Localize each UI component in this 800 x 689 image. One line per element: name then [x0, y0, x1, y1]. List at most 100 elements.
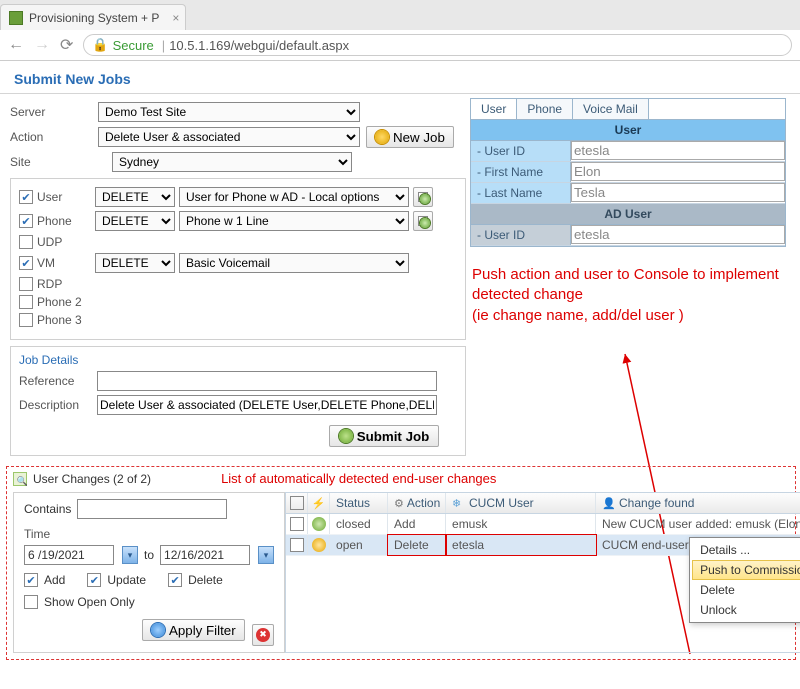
submit-icon	[339, 429, 353, 443]
description-input[interactable]	[97, 395, 437, 415]
phone-go-button[interactable]	[413, 211, 433, 231]
new-job-icon	[375, 130, 389, 144]
date-to-picker-icon[interactable]: ▾	[258, 546, 274, 564]
section-user-heading: User	[471, 120, 785, 141]
browser-tab[interactable]: Provisioning System + P ×	[0, 4, 186, 30]
new-job-button[interactable]: New Job	[366, 126, 454, 148]
favicon-icon	[9, 11, 23, 25]
tab-bar: Provisioning System + P ×	[0, 0, 800, 30]
user-go-button[interactable]	[413, 187, 433, 207]
phone-checkbox[interactable]	[19, 214, 33, 228]
close-icon[interactable]: ×	[172, 11, 179, 25]
phone-template-select[interactable]: Phone w 1 Line	[179, 211, 409, 231]
server-label: Server	[10, 105, 98, 119]
phone2-checkbox[interactable]	[19, 295, 33, 309]
userid-label: - User ID	[471, 141, 571, 161]
phone2-label: Phone 2	[37, 295, 91, 309]
lastname-label: - Last Name	[471, 183, 571, 203]
status-closed-icon	[312, 517, 326, 531]
filter-add-label: Add	[44, 573, 65, 587]
user-changes-icon	[13, 472, 27, 486]
row-checkbox[interactable]	[290, 538, 304, 552]
vm-template-select[interactable]: Basic Voicemail	[179, 253, 409, 273]
date-to-input[interactable]: 12/16/2021	[160, 545, 250, 565]
contains-label: Contains	[24, 502, 71, 516]
cell-status: closed	[330, 514, 388, 534]
cucm-icon	[452, 496, 466, 510]
action-label: Action	[10, 130, 98, 144]
phone-op-select[interactable]: DELETE	[95, 211, 175, 231]
context-menu: Details ... Push to Commissioning Delete…	[689, 537, 800, 623]
col-action[interactable]: Action	[407, 496, 440, 510]
rdp-checkbox[interactable]	[19, 277, 33, 291]
rdp-label: RDP	[37, 277, 91, 291]
cell-user: emusk	[446, 514, 596, 534]
cell-action: Add	[388, 514, 446, 534]
ad-userid-label: - User ID	[471, 225, 571, 245]
site-select[interactable]: Sydney	[112, 152, 352, 172]
time-label: Time	[24, 527, 274, 541]
user-checkbox[interactable]	[19, 190, 33, 204]
action-select[interactable]: Delete User & associated	[98, 127, 360, 147]
phone3-checkbox[interactable]	[19, 313, 33, 327]
col-cucm-user[interactable]: CUCM User	[469, 496, 534, 510]
url: 10.5.1.169/webgui/default.aspx	[169, 38, 349, 53]
address-bar[interactable]: 🔒 Secure | 10.5.1.169/webgui/default.asp…	[83, 34, 792, 56]
filter-update-label: Update	[107, 573, 146, 587]
ctx-details[interactable]: Details ...	[692, 540, 800, 560]
back-icon[interactable]: ←	[8, 36, 24, 54]
panel-title: Submit New Jobs	[0, 61, 800, 94]
user-op-select[interactable]: DELETE	[95, 187, 175, 207]
firstname-label: - First Name	[471, 162, 571, 182]
tab-voicemail[interactable]: Voice Mail	[573, 99, 649, 119]
submit-job-button[interactable]: Submit Job	[329, 425, 439, 447]
filter-delete-checkbox[interactable]	[168, 573, 182, 587]
clear-filter-button[interactable]	[252, 624, 274, 646]
userid-input[interactable]	[571, 141, 785, 160]
secure-label: Secure	[113, 38, 154, 53]
ctx-delete[interactable]: Delete	[692, 580, 800, 600]
phone-label: Phone	[37, 214, 91, 228]
date-from-picker-icon[interactable]: ▾	[122, 546, 138, 564]
user-icon	[602, 496, 616, 510]
annotation-text: Push action and user to Console to imple…	[470, 247, 786, 326]
udp-checkbox[interactable]	[19, 235, 33, 249]
tab-user[interactable]: User	[471, 99, 517, 119]
user-changes-panel: User Changes (2 of 2) List of automatica…	[6, 466, 796, 660]
tab-phone[interactable]: Phone	[517, 99, 573, 119]
annotation-caption: List of automatically detected end-user …	[221, 471, 496, 486]
vm-checkbox[interactable]	[19, 256, 33, 270]
show-open-only-label: Show Open Only	[44, 595, 135, 609]
reload-icon[interactable]: ⟳	[60, 35, 73, 55]
forward-icon[interactable]: →	[34, 36, 50, 54]
server-select[interactable]: Demo Test Site	[98, 102, 360, 122]
apply-filter-icon	[151, 623, 165, 637]
contains-input[interactable]	[77, 499, 227, 519]
to-label: to	[144, 548, 154, 562]
reference-input[interactable]	[97, 371, 437, 391]
job-details-heading: Job Details	[19, 353, 457, 367]
select-all-checkbox[interactable]	[290, 496, 304, 510]
row-checkbox[interactable]	[290, 517, 304, 531]
firstname-input[interactable]	[571, 162, 785, 181]
show-open-only-checkbox[interactable]	[24, 595, 38, 609]
col-status[interactable]: Status	[330, 493, 388, 513]
ctx-unlock[interactable]: Unlock	[692, 600, 800, 620]
tab-title: Provisioning System + P	[29, 11, 159, 25]
vm-op-select[interactable]: DELETE	[95, 253, 175, 273]
col-change-found[interactable]: Change found	[619, 496, 694, 510]
user-template-select[interactable]: User for Phone w AD - Local options	[179, 187, 409, 207]
table-row[interactable]: closed Add emusk New CUCM user added: em…	[286, 514, 800, 535]
lastname-input[interactable]	[571, 183, 785, 202]
date-from-input[interactable]: 6 /19/2021	[24, 545, 114, 565]
filter-add-checkbox[interactable]	[24, 573, 38, 587]
user-label: User	[37, 190, 91, 204]
ctx-push-to-commissioning[interactable]: Push to Commissioning	[692, 560, 800, 580]
ad-userid-input[interactable]	[571, 225, 785, 244]
cell-status: open	[330, 535, 388, 555]
user-changes-title: User Changes (2 of 2)	[33, 472, 151, 486]
filter-update-checkbox[interactable]	[87, 573, 101, 587]
changes-grid: Status Action CUCM User Change found clo…	[285, 492, 800, 653]
apply-filter-button[interactable]: Apply Filter	[142, 619, 245, 641]
lock-icon: 🔒	[92, 37, 108, 53]
